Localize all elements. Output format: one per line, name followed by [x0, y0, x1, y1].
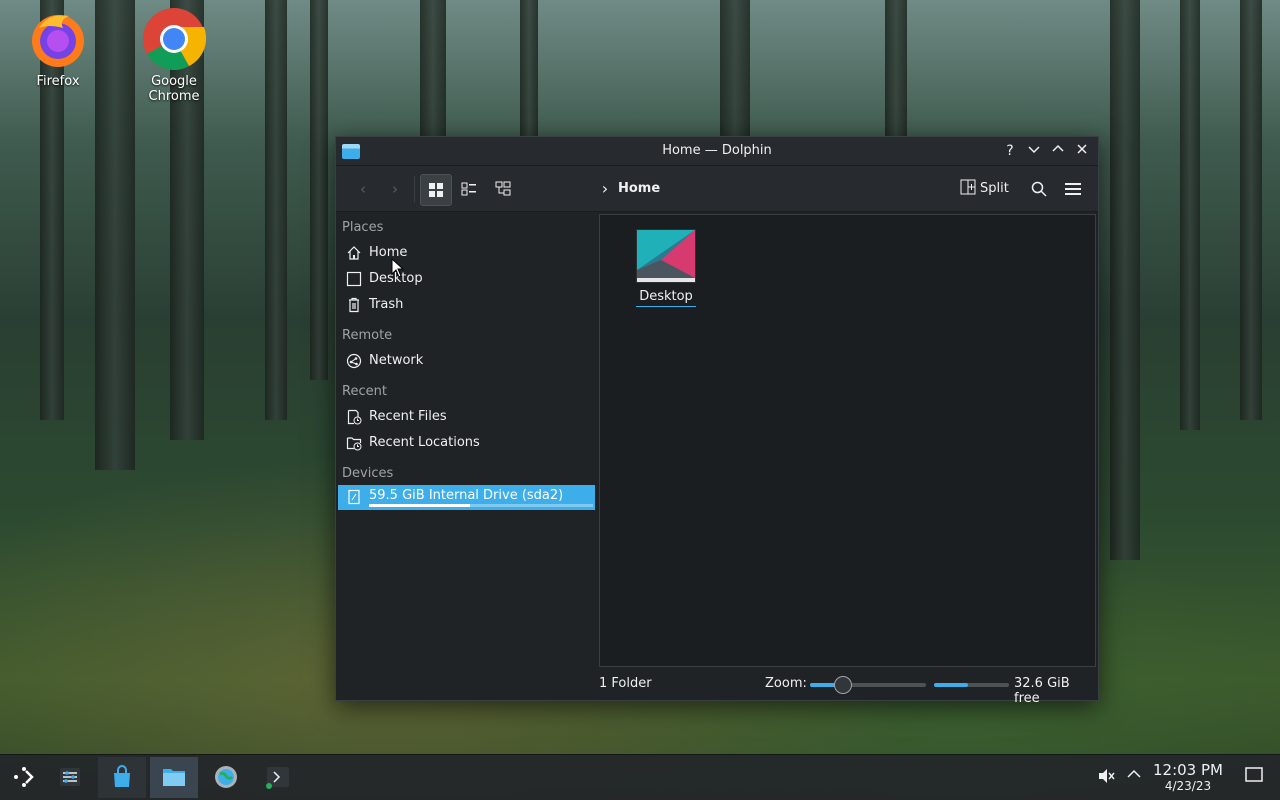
section-heading-recent: Recent	[342, 384, 387, 399]
digital-clock[interactable]: 12:03 PM 4/23/23	[1148, 761, 1228, 793]
folder-thumbnail	[636, 229, 696, 283]
mouse-cursor	[391, 258, 405, 278]
sidebar-item-internal-drive[interactable]: 59.5 GiB Internal Drive (sda2)	[338, 485, 595, 510]
desktop-icon-label: Google Chrome	[148, 74, 200, 104]
chrome-icon	[143, 8, 207, 70]
split-icon	[960, 179, 976, 195]
taskbar: 12:03 PM 4/23/23	[0, 754, 1280, 800]
help-button[interactable]: ?	[1000, 141, 1020, 161]
drive-icon	[346, 489, 362, 505]
chevron-up-icon	[1052, 144, 1064, 152]
menu-button[interactable]	[1062, 174, 1084, 204]
sidebar-item-label: Network	[369, 353, 424, 368]
folder-item-desktop[interactable]: Desktop	[636, 229, 696, 307]
toolbar: ‹ › › Home Split	[336, 166, 1098, 212]
sidebar-item-label: Recent Locations	[369, 435, 480, 450]
zoom-slider-handle[interactable]	[834, 676, 853, 694]
sidebar-item-label: Recent Files	[369, 409, 447, 424]
compact-view-button[interactable]	[454, 174, 484, 204]
search-icon	[1031, 181, 1047, 197]
task-dolphin[interactable]	[150, 757, 198, 798]
minimize-button[interactable]	[1024, 141, 1044, 161]
system-tray-expand-icon[interactable]	[1127, 767, 1141, 785]
zoom-label: Zoom:	[765, 676, 807, 691]
steam-deck-logo-icon	[14, 767, 34, 787]
sidebar-item-home[interactable]: Home	[338, 241, 595, 265]
free-space-label: 32.6 GiB free	[1014, 676, 1070, 706]
desktop-icon	[346, 271, 362, 287]
network-icon	[346, 353, 362, 369]
settings-sliders-icon	[60, 768, 80, 786]
sidebar-item-recent-files[interactable]: Recent Files	[338, 405, 595, 429]
desktop-icon-label: Firefox	[36, 74, 80, 89]
recent-locations-icon	[346, 435, 362, 451]
section-heading-places: Places	[342, 220, 384, 235]
icons-view-icon	[429, 183, 443, 197]
home-icon	[346, 245, 362, 261]
sidebar-item-desktop[interactable]: Desktop	[338, 267, 595, 291]
window-title: Home — Dolphin	[662, 143, 772, 158]
desktop-icon-chrome[interactable]: Google Chrome	[124, 8, 224, 104]
maximize-button[interactable]	[1048, 141, 1068, 161]
show-desktop-icon[interactable]	[1245, 767, 1263, 787]
volume-muted-icon[interactable]	[1097, 767, 1115, 789]
firefox-icon	[29, 10, 87, 68]
file-view[interactable]: Desktop	[599, 214, 1096, 667]
breadcrumb-home[interactable]: Home	[618, 174, 660, 204]
globe-gear-icon	[215, 766, 237, 788]
sidebar-item-label: Trash	[369, 297, 404, 312]
icons-view-button[interactable]	[420, 174, 452, 206]
places-panel: Places Home Desktop Trash Remote Network	[336, 212, 598, 668]
task-system-settings[interactable]	[46, 757, 94, 798]
sidebar-item-recent-locations[interactable]: Recent Locations	[338, 431, 595, 455]
free-space-bar[interactable]	[934, 683, 1009, 687]
status-bar: 1 Folder Zoom: 32.6 GiB free	[336, 668, 1098, 706]
split-button[interactable]: Split	[960, 174, 1018, 204]
application-launcher[interactable]	[0, 757, 48, 798]
sidebar-item-trash[interactable]: Trash	[338, 293, 595, 317]
item-count: 1 Folder	[599, 676, 652, 691]
split-label: Split	[980, 181, 1009, 196]
clock-time: 12:03 PM	[1153, 761, 1223, 779]
trash-icon	[346, 297, 362, 313]
back-button[interactable]: ‹	[350, 174, 376, 204]
section-heading-remote: Remote	[342, 328, 393, 343]
close-icon	[1077, 144, 1087, 154]
zoom-slider[interactable]	[810, 676, 926, 694]
search-button[interactable]	[1028, 174, 1050, 204]
toolbar-separator	[414, 176, 415, 202]
breadcrumb-chevron-icon: ›	[601, 179, 609, 198]
task-discover[interactable]	[98, 757, 146, 798]
details-view-button[interactable]	[488, 174, 518, 204]
recent-files-icon	[346, 409, 362, 425]
sidebar-item-network[interactable]: Network	[338, 349, 595, 373]
forward-button[interactable]: ›	[382, 174, 408, 204]
desktop-icon-firefox[interactable]: Firefox	[8, 10, 108, 89]
hamburger-menu-icon	[1065, 183, 1081, 195]
task-browser[interactable]	[202, 757, 250, 798]
discover-store-icon	[114, 765, 130, 787]
dolphin-window: Home — Dolphin ? ‹ › › Home Split Places…	[335, 136, 1099, 706]
details-view-icon	[495, 181, 511, 196]
title-bar[interactable]: Home — Dolphin ?	[336, 137, 1098, 166]
drive-usage-bar	[369, 504, 593, 507]
clock-date: 4/23/23	[1164, 779, 1212, 793]
task-konsole[interactable]	[254, 757, 302, 798]
folder-icon	[163, 769, 185, 786]
chevron-down-icon	[1028, 146, 1040, 154]
section-heading-devices: Devices	[342, 466, 394, 481]
compact-view-icon	[461, 182, 476, 196]
folder-name: Desktop	[636, 289, 696, 307]
close-button[interactable]	[1072, 141, 1092, 161]
terminal-icon	[266, 767, 289, 789]
